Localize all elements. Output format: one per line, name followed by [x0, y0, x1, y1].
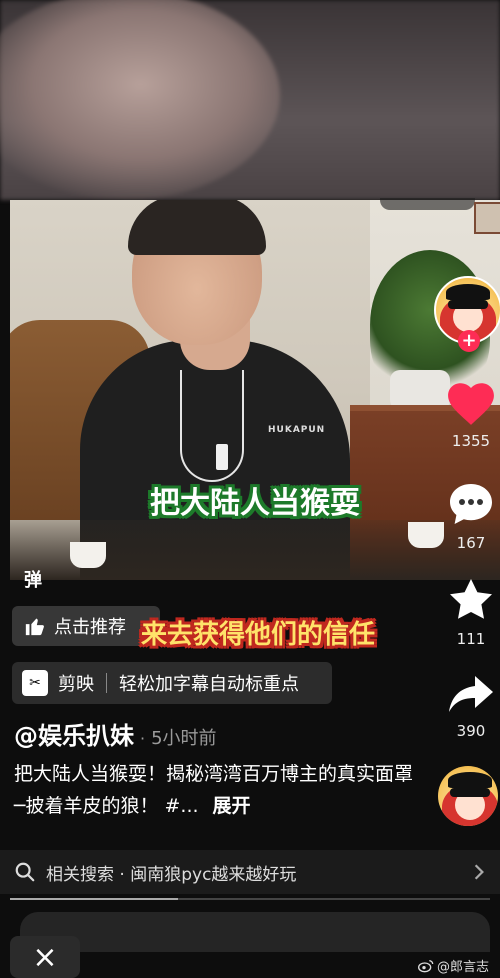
- author-line: @娱乐扒妹 · 5小时前: [14, 716, 217, 751]
- watermark-text: @郎言志: [437, 960, 490, 975]
- share-count: 390: [456, 722, 486, 740]
- shirt-text: HUKAPUN: [268, 425, 326, 435]
- blurred-background: [0, 0, 500, 200]
- video-progress-bar[interactable]: [10, 898, 490, 900]
- recommend-label: 点击推荐: [54, 617, 126, 638]
- capcut-banner[interactable]: ✂ 剪映 轻松加字幕自动标重点: [12, 662, 332, 704]
- thumbs-up-icon: [25, 618, 44, 636]
- star-icon: [450, 579, 492, 619]
- comment-button[interactable]: 167: [440, 480, 500, 552]
- video-player[interactable]: HUKAPUN: [10, 200, 500, 580]
- post-time: 5小时前: [151, 728, 217, 749]
- weibo-icon: [418, 959, 434, 972]
- close-icon: ×: [32, 939, 58, 975]
- author-name[interactable]: @娱乐扒妹: [14, 716, 134, 751]
- post-description[interactable]: 把大陆人当猴耍！揭秘湾湾百万博主的真实面罩─披着羊皮的狼！ #... 展开: [14, 758, 414, 822]
- video-progress-fill: [10, 898, 178, 900]
- heart-icon: [448, 383, 494, 425]
- search-icon: [15, 862, 35, 882]
- weibo-watermark: @郎言志: [418, 956, 489, 975]
- danmu-toggle[interactable]: 弹: [24, 566, 42, 592]
- like-button[interactable]: 1355: [440, 380, 500, 450]
- music-disc-avatar[interactable]: [438, 766, 498, 826]
- favorite-count: 111: [456, 630, 486, 648]
- comment-panel-edge: [20, 912, 490, 952]
- expand-button[interactable]: 展开: [213, 795, 251, 817]
- video-overlay-pill: [380, 198, 475, 210]
- capcut-name: 剪映: [58, 674, 94, 695]
- video-caption-bottom: 来去获得他们的信任: [140, 620, 375, 650]
- divider: [106, 673, 107, 693]
- chevron-right-icon: [474, 864, 484, 880]
- share-button[interactable]: 390: [440, 672, 500, 740]
- video-caption-top: 把大陆人当猴耍: [150, 486, 360, 521]
- comment-count: 167: [456, 534, 486, 552]
- favorite-button[interactable]: 111: [440, 576, 500, 648]
- capcut-description: 轻松加字幕自动标重点: [119, 674, 299, 695]
- picture-frame: [474, 202, 500, 234]
- comment-icon: [450, 484, 492, 524]
- like-count: 1355: [451, 432, 491, 450]
- related-search-text: 相关搜索 · 闽南狼pyc越来越好玩: [46, 864, 297, 885]
- close-button[interactable]: ×: [10, 936, 80, 978]
- share-arrow-icon: [449, 676, 493, 712]
- separator-dot: ·: [140, 729, 146, 748]
- capcut-logo-icon: ✂: [22, 670, 48, 696]
- related-search-bar[interactable]: 相关搜索 · 闽南狼pyc越来越好玩: [0, 850, 500, 894]
- follow-button[interactable]: +: [458, 330, 480, 352]
